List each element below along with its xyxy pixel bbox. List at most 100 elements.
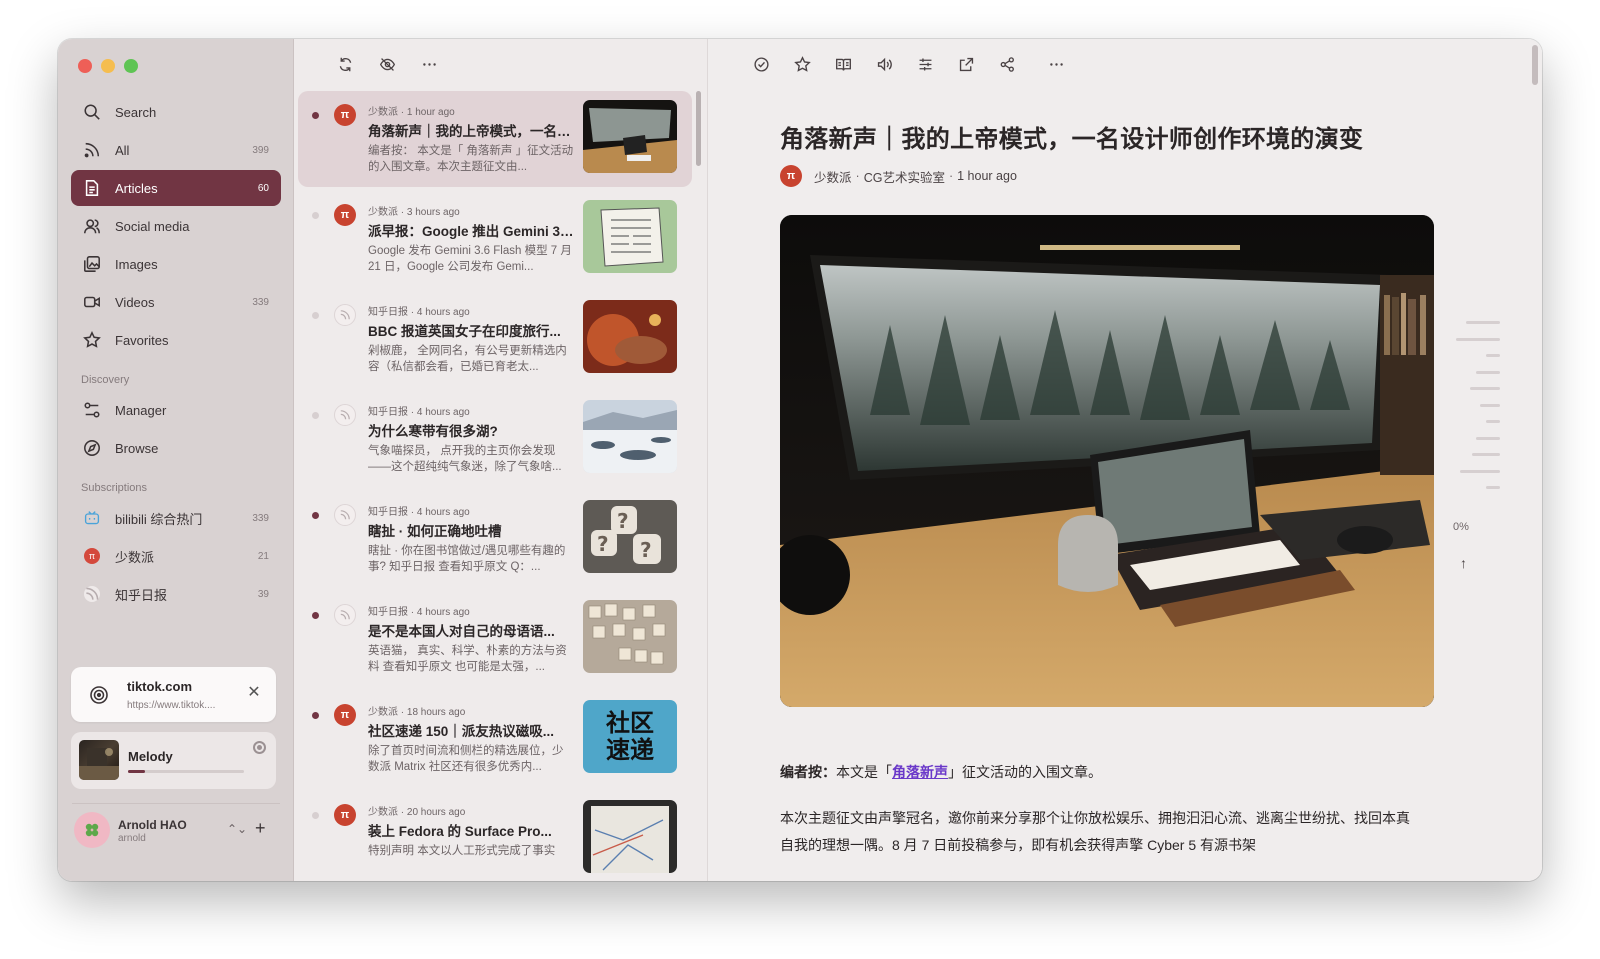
mark-read-icon[interactable]	[750, 53, 772, 75]
unread-dot	[312, 212, 319, 219]
minimize-window-button[interactable]	[101, 59, 115, 73]
sidebar-item-count: 39	[257, 588, 269, 600]
subscriptions-section-label: Subscriptions	[81, 482, 148, 494]
entry-title: BBC 报道英国女子在印度旅行...	[368, 324, 561, 339]
sidebar-item-label: Social media	[115, 218, 190, 234]
table-of-contents-minimap[interactable]	[1440, 321, 1500, 503]
reader-mode-icon[interactable]	[832, 53, 854, 75]
media-thumbnail	[79, 740, 119, 780]
entry-item[interactable]: 知乎日报 · 4 hours ago 为什么寒带有很多湖? 气象喵探员， 点开我…	[298, 391, 692, 487]
share-icon[interactable]	[996, 53, 1018, 75]
sliders-icon[interactable]	[914, 53, 936, 75]
discovery-section-label: Discovery	[81, 374, 130, 386]
entry-title: 装上 Fedora 的 Surface Pro...	[368, 824, 552, 839]
sidebar: Search All 399 Articles 60 Social media …	[58, 39, 294, 881]
entry-item[interactable]: 知乎日报 · 4 hours ago 是不是本国人对自己的母语语... 英语猫，…	[298, 591, 692, 687]
list-scrollbar[interactable]	[696, 91, 701, 166]
entry-thumbnail: 社区 速递	[583, 700, 677, 773]
user-account[interactable]: Arnold HAO arnold ⌃⌄ +	[72, 803, 280, 851]
speaker-icon[interactable]	[873, 53, 895, 75]
subscription-bilibili[interactable]: bilibili 综合热门 339	[71, 500, 281, 536]
entry-item[interactable]: π 少数派 · 18 hours ago 社区速递 150｜派友热议磁吸... …	[298, 691, 692, 787]
p1-text-after: 」征文活动的入围文章。	[948, 764, 1102, 780]
sidebar-item-social-media[interactable]: Social media	[71, 208, 281, 244]
window-controls	[78, 59, 138, 73]
entry-item[interactable]: π 少数派 · 20 hours ago 装上 Fedora 的 Surface…	[298, 791, 692, 881]
article-source[interactable]: 少数派	[814, 167, 852, 186]
meta-separator: ·	[855, 169, 860, 183]
media-player[interactable]: Melody	[71, 732, 276, 789]
sidebar-nav: Search All 399 Articles 60 Social media …	[71, 94, 281, 614]
close-icon[interactable]: ✕	[246, 685, 262, 701]
more-icon[interactable]	[1045, 53, 1067, 75]
sidebar-item-label: 少数派	[115, 549, 155, 565]
unread-dot	[312, 412, 319, 419]
sidebar-item-all[interactable]: All 399	[71, 132, 281, 168]
refresh-icon[interactable]	[334, 53, 356, 75]
subscription-zhihu-daily[interactable]: 知乎日报 39	[71, 576, 281, 612]
article-paragraph-1: 编者按：本文是「角落新声」征文活动的入围文章。	[780, 762, 1102, 782]
zoom-window-button[interactable]	[124, 59, 138, 73]
entry-title: 为什么寒带有很多湖?	[368, 424, 498, 439]
document-icon	[83, 179, 101, 197]
svg-text:?: ?	[617, 509, 629, 533]
manager-icon	[83, 401, 101, 419]
sidebar-item-images[interactable]: Images	[71, 246, 281, 282]
entry-meta: 少数派 · 1 hour ago	[368, 107, 455, 118]
reading-progress: 0%	[1453, 521, 1469, 533]
sspai-icon: π	[780, 165, 802, 187]
arrow-up-icon[interactable]: ↑	[1460, 555, 1467, 571]
sidebar-item-browse[interactable]: Browse	[71, 430, 281, 466]
entry-meta: 知乎日报 · 4 hours ago	[368, 507, 470, 518]
entry-description: Google 发布 Gemini 3.6 Flash 模型 7 月 21 日，G…	[368, 245, 572, 273]
sidebar-item-label: bilibili 综合热门	[115, 511, 203, 527]
entry-thumbnail	[583, 100, 677, 173]
rss-icon	[334, 404, 356, 426]
open-tab-card[interactable]: tiktok.com https://www.tiktok.... ✕	[71, 667, 276, 722]
subscription-sspai[interactable]: π 少数派 21	[71, 538, 281, 574]
external-link-icon[interactable]	[955, 53, 977, 75]
sidebar-item-label: 知乎日报	[115, 587, 168, 603]
close-window-button[interactable]	[78, 59, 92, 73]
editor-note-label: 编者按：	[780, 764, 836, 780]
entry-title: 角落新声｜我的上帝模式，一名设计师创作环境的演变	[368, 124, 574, 139]
more-icon[interactable]	[418, 53, 440, 75]
rss-icon	[334, 604, 356, 626]
sspai-icon: π	[334, 204, 356, 226]
entry-title: 派早报：Google 推出 Gemini 3.6 Flash 模型	[368, 224, 574, 239]
entry-meta: 知乎日报 · 4 hours ago	[368, 607, 470, 618]
sidebar-item-manager[interactable]: Manager	[71, 392, 281, 428]
unread-dot	[312, 112, 319, 119]
media-progress-bar[interactable]	[128, 770, 244, 773]
avatar	[74, 812, 110, 848]
sidebar-item-articles[interactable]: Articles 60	[71, 170, 281, 206]
entry-item[interactable]: π 少数派 · 3 hours ago 派早报：Google 推出 Gemini…	[298, 191, 692, 287]
article-hero-image[interactable]	[780, 215, 1434, 707]
sidebar-item-label: Articles	[115, 180, 158, 196]
entry-thumbnail	[583, 200, 677, 273]
sidebar-item-search[interactable]: Search	[71, 94, 281, 130]
entry-description: 特别声明 本文以人工形式完成了事实	[368, 845, 556, 857]
entry-item[interactable]: 知乎日报 · 4 hours ago 瞎扯 · 如何正确地吐槽 瞎扯 · 你在图…	[298, 491, 692, 587]
rss-icon	[84, 586, 100, 602]
sspai-icon: π	[84, 548, 100, 564]
entry-title: 瞎扯 · 如何正确地吐槽	[368, 524, 502, 539]
add-icon[interactable]: +	[255, 818, 266, 839]
unread-dot	[312, 612, 319, 619]
article-link[interactable]: 角落新声	[892, 764, 948, 780]
entry-description: 英语猫， 真实、科学、朴素的方法与资料 查看知乎原文 也可能是太强，...	[368, 645, 567, 673]
unread-dot	[312, 512, 319, 519]
chevron-updown-icon[interactable]: ⌃⌄	[227, 822, 247, 836]
record-icon[interactable]	[253, 741, 266, 754]
sspai-icon: π	[334, 104, 356, 126]
sidebar-item-favorites[interactable]: Favorites	[71, 322, 281, 358]
eye-off-icon[interactable]	[376, 53, 398, 75]
star-icon[interactable]	[791, 53, 813, 75]
sspai-icon: π	[334, 804, 356, 826]
entry-item[interactable]: 知乎日报 · 4 hours ago BBC 报道英国女子在印度旅行... 剁椒…	[298, 291, 692, 387]
reader-scrollbar[interactable]	[1532, 45, 1538, 85]
entry-thumbnail	[583, 600, 677, 673]
entry-item[interactable]: π 少数派 · 1 hour ago 角落新声｜我的上帝模式，一名设计师创作环境…	[298, 91, 692, 187]
sidebar-item-videos[interactable]: Videos 339	[71, 284, 281, 320]
entry-title: 社区速递 150｜派友热议磁吸...	[368, 724, 555, 739]
